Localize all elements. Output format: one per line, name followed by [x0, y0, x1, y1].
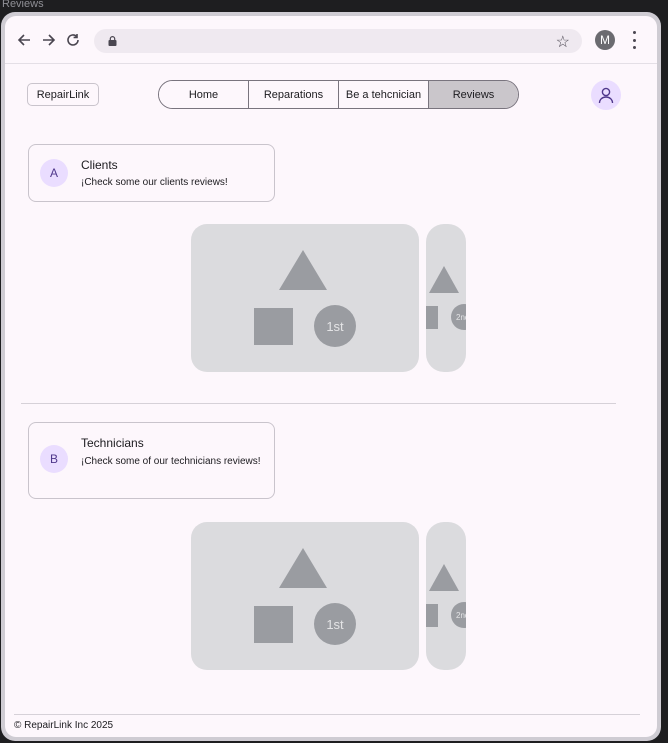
browser-window: ☆ M RepairLink Home Reparations Be a teh… — [5, 16, 657, 737]
technicians-title: Technicians — [81, 436, 144, 450]
back-button[interactable] — [14, 30, 34, 50]
clients-card: A Clients ¡Check some our clients review… — [28, 144, 275, 202]
image-placeholder-icon: 2nd — [426, 564, 466, 628]
nav-be-a-technician[interactable]: Be a tehcnician — [339, 81, 429, 108]
browser-toolbar: ☆ M — [5, 16, 657, 64]
footer-copyright: © RepairLink Inc 2025 — [14, 720, 114, 731]
image-placeholder-icon: 2nd — [426, 266, 466, 330]
footer-divider — [14, 714, 640, 715]
more-vert-icon[interactable] — [631, 31, 637, 49]
arrow-left-icon — [17, 34, 30, 46]
nav-reparations[interactable]: Reparations — [249, 81, 339, 108]
reload-icon — [67, 34, 79, 46]
clients-title: Clients — [81, 158, 118, 172]
technicians-avatar: B — [40, 445, 68, 473]
technicians-slide-2-label: 2nd — [456, 611, 466, 620]
technicians-subtitle: ¡Check some of our technicians reviews! — [81, 456, 261, 467]
profile-avatar[interactable]: M — [595, 30, 615, 50]
window-title: Reviews — [2, 0, 44, 10]
clients-slide-1[interactable]: 1st — [191, 224, 419, 372]
bookmark-star-icon[interactable]: ☆ — [556, 32, 570, 52]
clients-slide-1-label: 1st — [326, 319, 344, 334]
technicians-slide-1-label: 1st — [326, 617, 344, 632]
image-placeholder-icon: 1st — [254, 250, 356, 347]
nav-home[interactable]: Home — [159, 81, 249, 108]
image-placeholder-icon: 1st — [254, 548, 356, 645]
section-divider — [21, 403, 616, 404]
arrow-right-icon — [43, 34, 56, 46]
address-bar[interactable]: ☆ — [94, 29, 582, 53]
main-nav: Home Reparations Be a tehcnician Reviews — [158, 80, 519, 109]
clients-subtitle: ¡Check some our clients reviews! — [81, 177, 228, 188]
brand-button[interactable]: RepairLink — [27, 83, 99, 106]
technicians-slide-2[interactable]: 2nd — [426, 522, 466, 670]
clients-avatar: A — [40, 159, 68, 187]
forward-button[interactable] — [39, 30, 59, 50]
clients-slide-2-label: 2nd — [456, 313, 466, 322]
nav-reviews[interactable]: Reviews — [429, 81, 518, 108]
clients-carousel: 1st 2nd — [191, 224, 467, 372]
reload-button[interactable] — [63, 30, 83, 50]
technicians-card: B Technicians ¡Check some of our technic… — [28, 422, 275, 499]
person-icon — [598, 87, 614, 104]
technicians-carousel: 1st 2nd — [191, 522, 467, 670]
browser-frame: ☆ M RepairLink Home Reparations Be a teh… — [1, 12, 661, 741]
technicians-slide-1[interactable]: 1st — [191, 522, 419, 670]
clients-slide-2[interactable]: 2nd — [426, 224, 466, 372]
account-button[interactable] — [591, 80, 621, 110]
lock-icon — [108, 36, 117, 46]
